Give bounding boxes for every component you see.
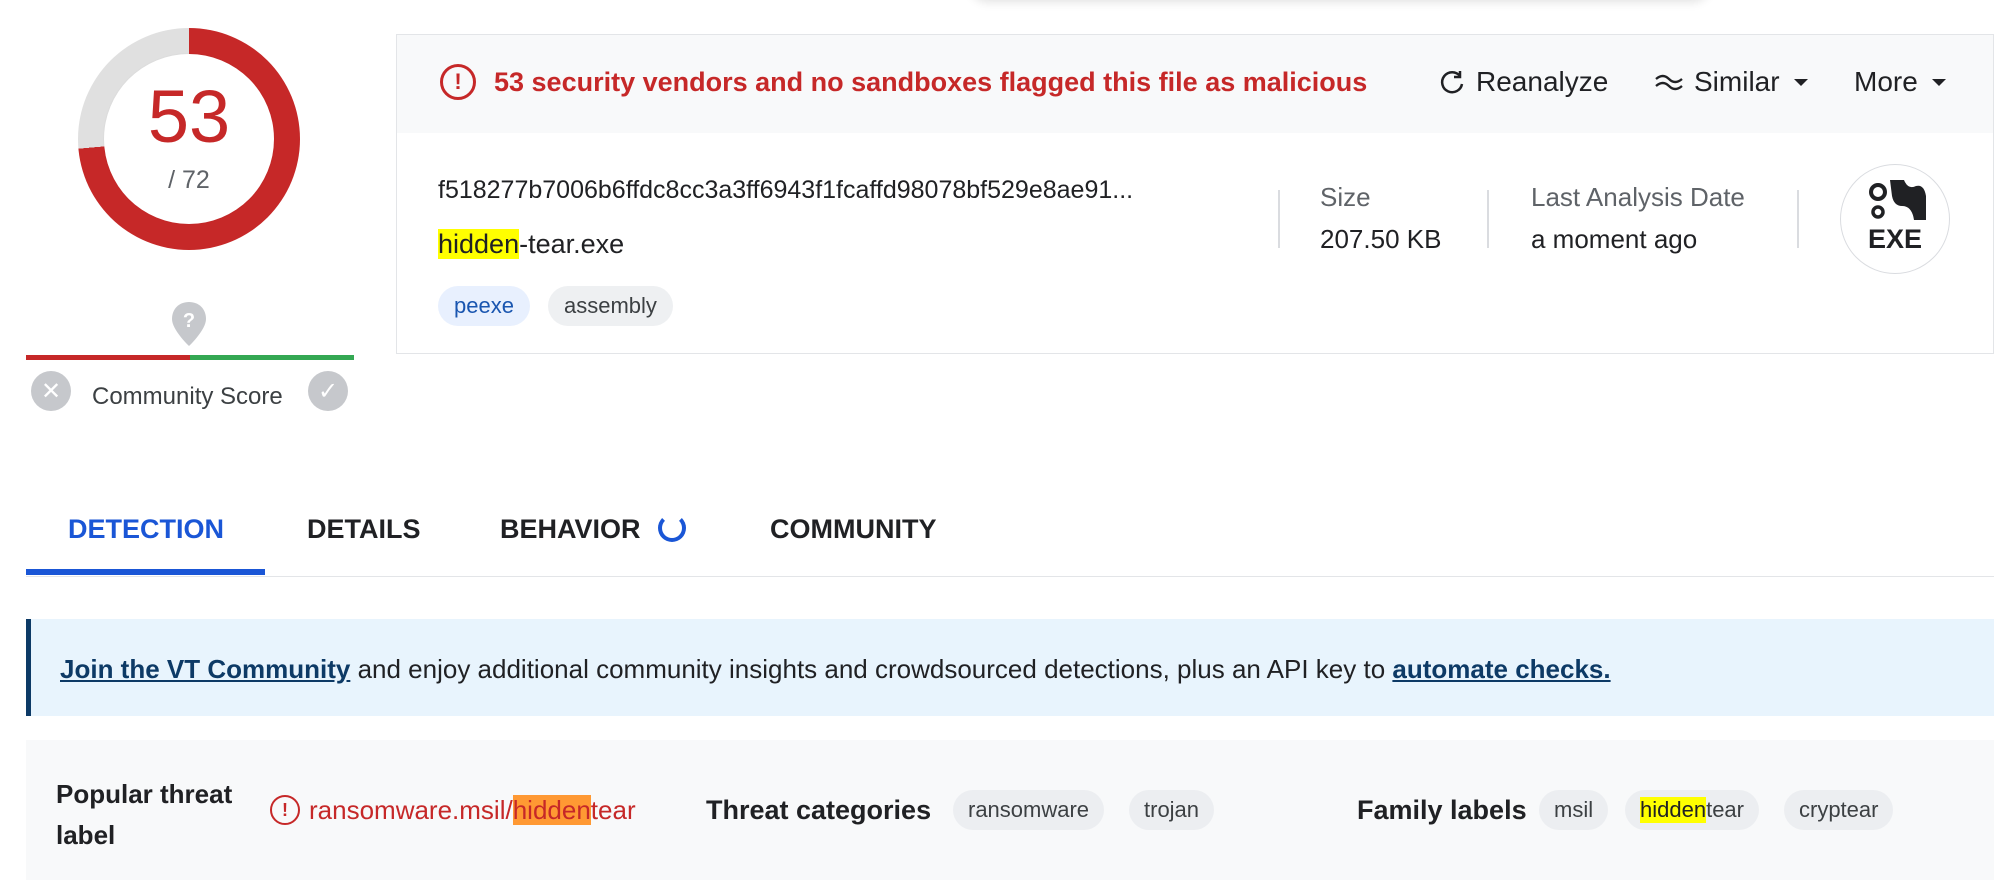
reanalyze-button[interactable]: Reanalyze	[1438, 66, 1608, 98]
active-tab-indicator	[26, 569, 265, 575]
tab-community[interactable]: COMMUNITY	[770, 514, 936, 545]
family-chip-highlight: hidden	[1640, 797, 1707, 823]
community-score-positive-bar	[190, 355, 354, 360]
tab-details[interactable]: DETAILS	[307, 514, 421, 545]
family-labels-heading: Family labels	[1357, 795, 1527, 825]
threat-label-suffix: tear	[590, 795, 636, 825]
chevron-down-icon	[1793, 78, 1808, 86]
divider	[1487, 190, 1489, 248]
size-value: 207.50 KB	[1320, 224, 1442, 254]
tab-behavior[interactable]: BEHAVIOR	[500, 514, 641, 545]
similar-label: Similar	[1694, 66, 1780, 97]
malicious-alert-text: 53 security vendors and no sandboxes fla…	[494, 67, 1368, 97]
last-analysis-label: Last Analysis Date	[1531, 182, 1745, 212]
family-chip-rest: tear	[1706, 797, 1744, 822]
tabs-divider	[26, 576, 1994, 577]
family-chip-cryptear[interactable]: cryptear	[1784, 790, 1894, 830]
family-chip-hiddentear[interactable]: hidden tear	[1625, 790, 1759, 830]
more-dropdown[interactable]: More	[1854, 66, 1946, 98]
banner-text: Join the VT Community and enjoy addition…	[60, 654, 1611, 685]
gears-icon	[1869, 180, 1926, 220]
community-score-label: Community Score	[92, 383, 283, 410]
threat-label-highlight: hidden	[512, 795, 591, 825]
question-pin-icon: ?	[172, 302, 206, 346]
automate-checks-link[interactable]: automate checks.	[1392, 654, 1610, 684]
divider	[1797, 190, 1799, 248]
file-name-rest: -tear.exe	[519, 229, 625, 259]
svg-text:?: ?	[183, 310, 195, 332]
category-chip-trojan[interactable]: trojan	[1129, 790, 1215, 830]
banner-body: and enjoy additional community insights …	[350, 654, 1393, 684]
more-label: More	[1854, 66, 1918, 97]
popular-threat-label-value[interactable]: ransomware.msil/hiddentear	[309, 795, 636, 826]
similar-icon	[1655, 74, 1683, 91]
alert-icon: !	[270, 795, 300, 825]
alert-icon: !	[440, 64, 476, 100]
engine-total: / 72	[168, 166, 210, 194]
vote-harmless-button[interactable]: ✓	[308, 371, 348, 411]
file-hash[interactable]: f518277b7006b6ffdc8cc3a3ff6943f1fcaffd98…	[438, 176, 1133, 205]
file-type-label: EXE	[1867, 224, 1923, 254]
threat-categories-heading: Threat categories	[706, 795, 932, 825]
popular-threat-label-heading: Popular threat label	[56, 779, 233, 850]
similar-dropdown[interactable]: Similar	[1654, 66, 1808, 98]
divider	[1278, 190, 1280, 248]
tab-detection[interactable]: DETECTION	[68, 514, 224, 545]
refresh-icon	[1440, 71, 1464, 94]
loading-spinner-icon	[658, 514, 686, 542]
tag-assembly[interactable]: assembly	[548, 286, 673, 326]
community-score-negative-bar	[26, 355, 190, 360]
file-name-highlight: hidden	[438, 229, 520, 259]
check-icon: ✓	[317, 377, 339, 405]
join-community-link[interactable]: Join the VT Community	[60, 654, 350, 684]
family-chip-msil[interactable]: msil	[1539, 790, 1609, 830]
close-icon: ✕	[40, 377, 62, 405]
tag-peexe[interactable]: peexe	[438, 286, 530, 326]
last-analysis-value: a moment ago	[1531, 224, 1698, 254]
vote-malicious-button[interactable]: ✕	[31, 371, 71, 411]
threat-label-prefix: ransomware.msil/	[309, 795, 513, 825]
reanalyze-label: Reanalyze	[1476, 66, 1609, 97]
size-label: Size	[1320, 182, 1371, 212]
category-chip-ransomware[interactable]: ransomware	[953, 790, 1105, 830]
detection-count: 53	[147, 75, 231, 158]
chevron-down-icon	[1931, 78, 1946, 86]
file-name: hidden-tear.exe	[438, 229, 624, 260]
